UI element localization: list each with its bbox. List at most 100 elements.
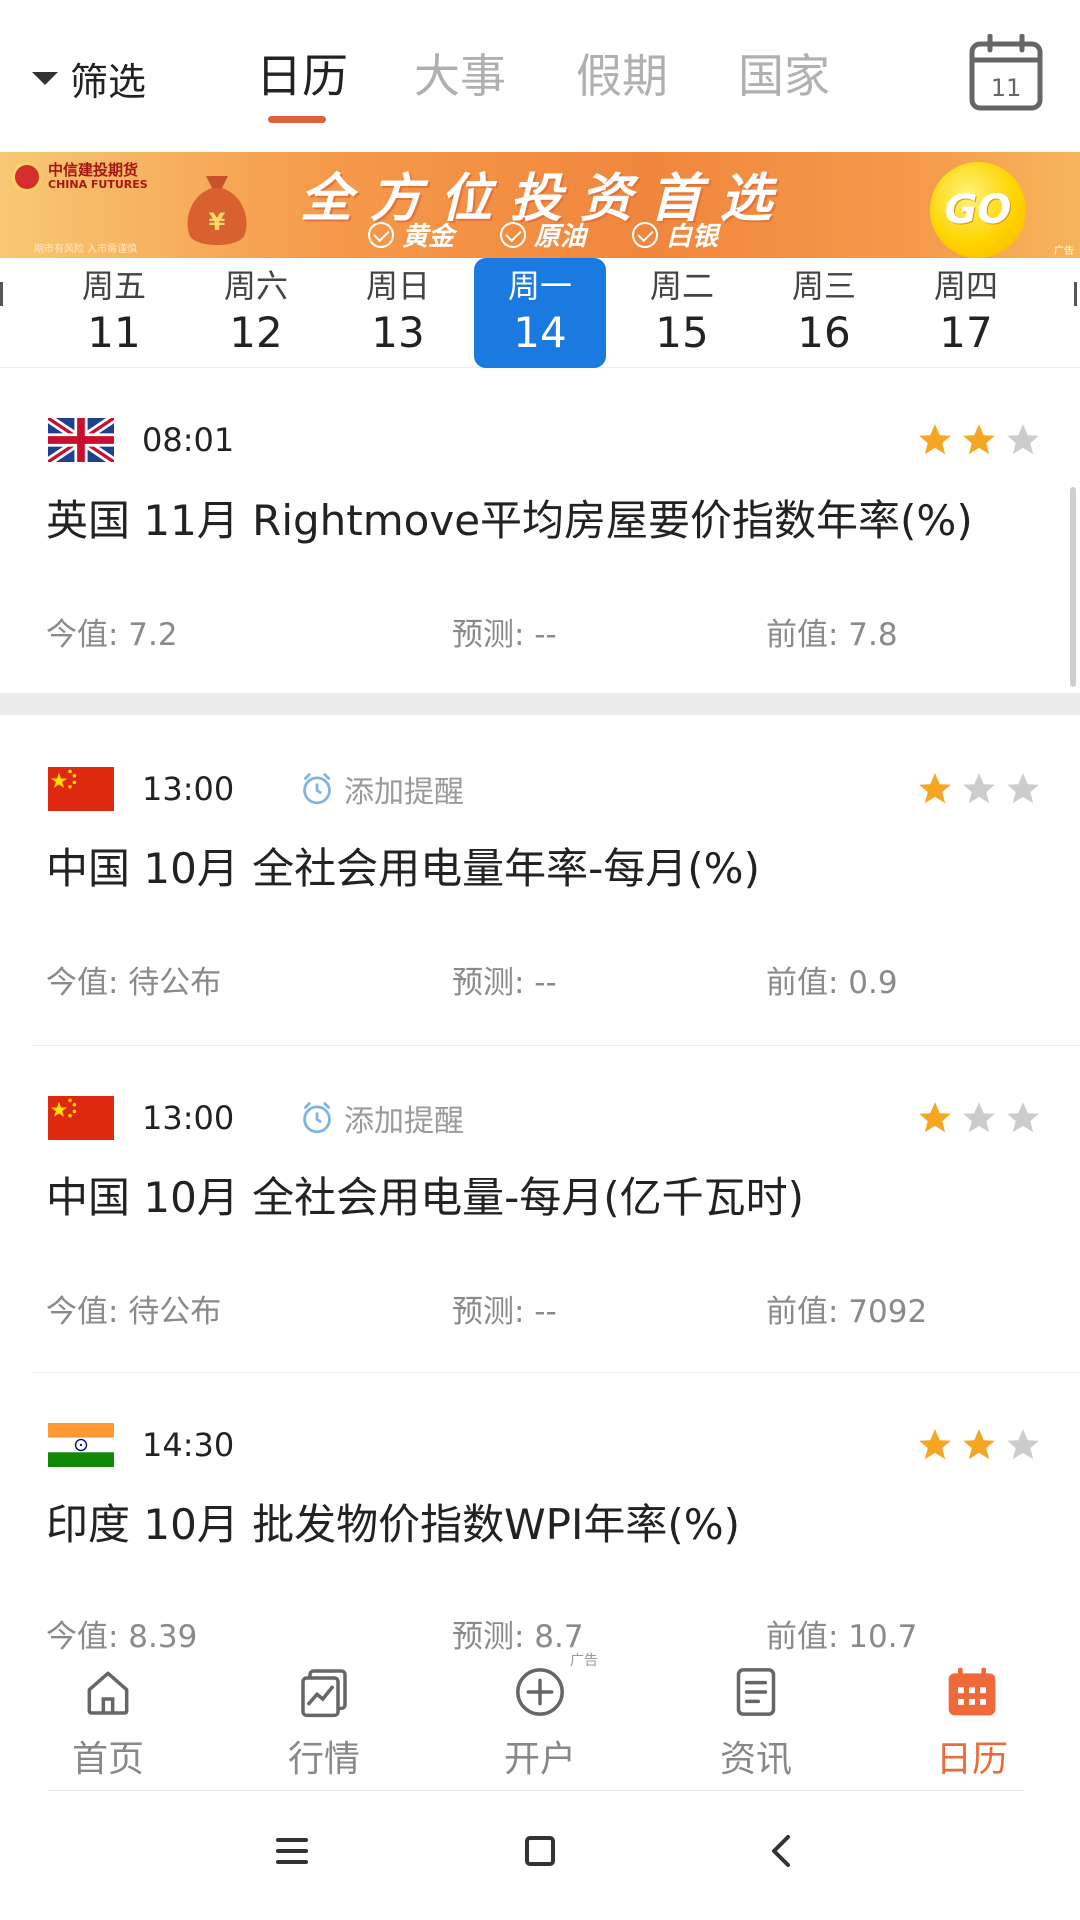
home-icon [87, 1671, 129, 1715]
china-flag-icon [48, 767, 114, 811]
event-actual: 今值: 7.2 [46, 617, 178, 653]
calendar-page: 筛选 日历 大事 假期 国家 11 中信建投期货 CHINA FUTURES 期… [0, 0, 1080, 1920]
home-square-icon[interactable] [510, 1821, 570, 1881]
calendar-picker-button[interactable]: 11 [968, 33, 1044, 112]
event-item[interactable]: 08:01 英国 11月 Rightmove平均房屋要价指数年率(%) 今值: … [0, 369, 1080, 693]
brand-logo: 中信建投期货 CHINA FUTURES [12, 162, 148, 192]
section-divider [0, 693, 1080, 715]
alarm-clock-icon [303, 1101, 331, 1134]
uk-flag-icon [48, 418, 114, 462]
week-strip: 周五 11 周六 12 周日 13 周一 14 周二 15 周三 16 周四 1… [0, 258, 1080, 368]
star-filled-icon [919, 424, 951, 455]
event-time: 13:00 [142, 1099, 235, 1137]
star-filled-icon [919, 773, 951, 804]
star-filled-icon [919, 1429, 951, 1460]
week-strip-edge-left [0, 282, 3, 306]
event-time: 08:01 [142, 421, 235, 459]
ad-banner[interactable]: 中信建投期货 CHINA FUTURES 期市有风险 入市需谨慎 ¥ 全方位投资… [0, 152, 1080, 258]
event-forecast: 预测: -- [452, 617, 557, 653]
banner-item-oil: 原油 [500, 216, 586, 253]
nav-home[interactable]: 首页 [8, 1650, 208, 1790]
star-filled-icon [963, 1429, 995, 1460]
china-flag-icon [48, 1096, 114, 1140]
filter-button[interactable]: 筛选 [32, 50, 146, 106]
plus-circle-icon [516, 1668, 564, 1716]
day-thu[interactable]: 周四 17 [900, 258, 1032, 368]
day-fri[interactable]: 周五 11 [48, 258, 180, 368]
filter-label: 筛选 [70, 59, 147, 104]
star-filled-icon [919, 1102, 951, 1133]
event-item[interactable]: 13:00 添加提醒 中国 10月 全社会用电量年率-每月(%) 今值: 待公布… [0, 715, 1080, 1040]
check-circle-icon [632, 221, 659, 248]
day-sun[interactable]: 周日 13 [332, 258, 464, 368]
event-actual: 今值: 待公布 [46, 1294, 222, 1330]
alarm-clock-icon [303, 772, 331, 805]
week-strip-edge-right [1074, 282, 1077, 306]
star-empty-icon [1007, 1429, 1039, 1460]
caret-down-icon [32, 71, 58, 85]
event-previous: 前值: 7092 [766, 1294, 928, 1330]
event-item[interactable]: 13:00 添加提醒 中国 10月 全社会用电量-每月(亿千瓦时) 今值: 待公… [0, 1046, 1080, 1372]
star-empty-icon [1007, 773, 1039, 804]
event-previous: 前值: 7.8 [766, 617, 898, 653]
banner-item-silver: 白银 [632, 216, 718, 253]
nav-ad-mark: 广告 [570, 1653, 598, 1669]
event-time: 14:30 [142, 1426, 235, 1464]
day-sat[interactable]: 周六 12 [190, 258, 322, 368]
add-reminder-button[interactable]: 添加提醒 [300, 767, 464, 811]
star-empty-icon [1007, 1102, 1039, 1133]
tab-calendar[interactable]: 日历 [256, 44, 348, 108]
brand-name-cn: 中信建投期货 [48, 161, 139, 180]
banner-go-button[interactable]: GO [930, 162, 1026, 258]
add-reminder-label: 添加提醒 [344, 775, 464, 810]
tab-events[interactable]: 大事 [414, 44, 506, 108]
importance-stars [910, 770, 1042, 808]
system-nav-bar [0, 1791, 1080, 1920]
brand-logo-mark [12, 162, 42, 192]
day-mon-selected[interactable]: 周一 14 [474, 258, 606, 368]
calendar-icon-day: 11 [991, 74, 1022, 102]
star-empty-icon [963, 1102, 995, 1133]
scrollbar-thumb[interactable] [1070, 487, 1076, 687]
event-time: 13:00 [142, 770, 235, 808]
news-icon [736, 1668, 776, 1716]
importance-stars [910, 1099, 1042, 1137]
bottom-nav: 首页 行情 广告 开户 资讯 日历 [0, 1650, 1080, 1790]
nav-market[interactable]: 行情 [224, 1650, 424, 1790]
brand-name-en: CHINA FUTURES [48, 178, 148, 192]
tab-holidays[interactable]: 假期 [576, 44, 668, 108]
money-bag-icon: ¥ [187, 176, 247, 245]
menu-icon[interactable] [262, 1821, 322, 1881]
active-tab-indicator [268, 116, 326, 123]
back-icon[interactable] [752, 1821, 812, 1881]
event-item[interactable]: 14:30 印度 10月 批发物价指数WPI年率(%) 今值: 8.39 预测:… [0, 1373, 1080, 1655]
day-wed[interactable]: 周三 16 [758, 258, 890, 368]
event-title: 英国 11月 Rightmove平均房屋要价指数年率(%) [46, 496, 973, 545]
calendar-icon [948, 1667, 996, 1716]
calendar-icon: 11 [969, 33, 1043, 111]
importance-stars [910, 1426, 1042, 1464]
check-circle-icon [500, 221, 527, 248]
nav-news[interactable]: 资讯 [656, 1650, 856, 1790]
star-empty-icon [1007, 424, 1039, 455]
banner-disclaimer: 期市有风险 入市需谨慎 [34, 244, 138, 255]
event-previous: 前值: 0.9 [766, 965, 898, 1001]
india-flag-icon [48, 1423, 114, 1467]
importance-stars [910, 421, 1042, 459]
star-filled-icon [963, 424, 995, 455]
add-reminder-label: 添加提醒 [344, 1104, 464, 1139]
check-circle-icon [368, 221, 394, 248]
star-empty-icon [963, 773, 995, 804]
tab-countries[interactable]: 国家 [738, 44, 830, 108]
event-actual: 今值: 待公布 [46, 965, 222, 1001]
nav-calendar[interactable]: 日历 [872, 1650, 1072, 1790]
day-tue[interactable]: 周二 15 [616, 258, 748, 368]
event-forecast: 预测: -- [452, 965, 557, 1001]
event-title: 中国 10月 全社会用电量年率-每月(%) [46, 844, 760, 893]
nav-open-account[interactable]: 广告 开户 [440, 1650, 640, 1790]
add-reminder-button[interactable]: 添加提醒 [300, 1096, 464, 1140]
chart-icon [301, 1669, 347, 1718]
banner-items: 黄金 原油 白银 [368, 216, 764, 253]
svg-text:¥: ¥ [209, 208, 226, 236]
event-title: 印度 10月 批发物价指数WPI年率(%) [46, 1500, 741, 1549]
